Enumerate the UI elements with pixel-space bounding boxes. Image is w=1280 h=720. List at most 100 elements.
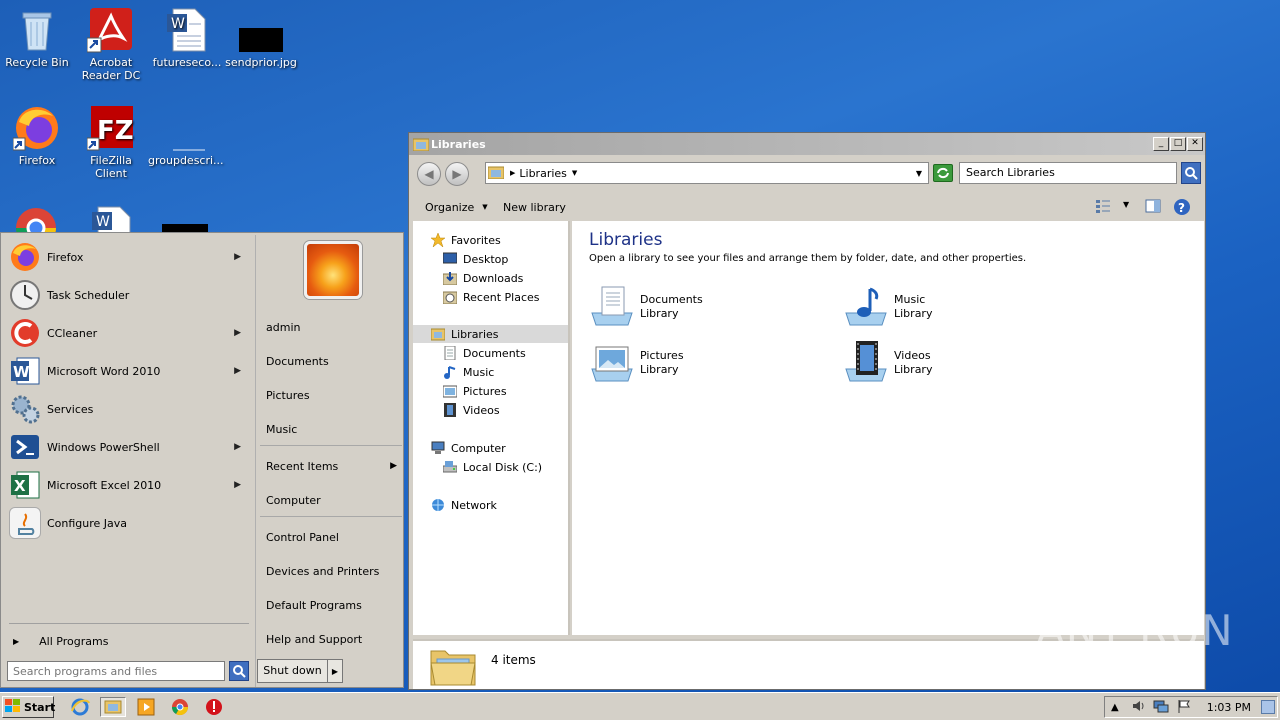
- address-history-dropdown-icon[interactable]: ▼: [916, 169, 922, 178]
- desktop-icon-blank-file[interactable]: groupdescri...: [148, 104, 224, 167]
- show-hidden-icons[interactable]: ▲: [1111, 702, 1119, 713]
- nav-computer[interactable]: Computer: [431, 439, 506, 457]
- maximize-button[interactable]: □: [1170, 137, 1186, 151]
- desktop-icon-firefox[interactable]: Firefox: [0, 104, 74, 167]
- svg-text:?: ?: [1178, 201, 1185, 215]
- start-menu-right-pane: admin Documents Pictures Music Recent It…: [255, 235, 403, 687]
- start-program-excel[interactable]: X Microsoft Excel 2010 ▶: [9, 467, 249, 503]
- start-right-control-panel[interactable]: Control Panel: [266, 525, 401, 549]
- start-program-word[interactable]: W Microsoft Word 2010 ▶: [9, 353, 249, 389]
- desktop-icon-filezilla[interactable]: FZ FileZilla Client: [74, 104, 148, 180]
- address-bar[interactable]: ▶ Libraries ▼ ▼: [485, 162, 929, 184]
- internet-explorer-icon[interactable]: [70, 697, 90, 717]
- clock[interactable]: 1:03 PM: [1207, 701, 1251, 714]
- blank-file-icon: [161, 104, 209, 152]
- downloads-icon: [442, 271, 458, 286]
- start-button[interactable]: Start: [2, 696, 55, 718]
- word-doc-icon[interactable]: W: [88, 204, 136, 232]
- start-right-documents[interactable]: Documents: [266, 349, 401, 373]
- start-right-music[interactable]: Music: [266, 417, 401, 441]
- start-program-firefox[interactable]: Firefox ▶: [9, 239, 249, 275]
- arrow-right-icon: ▶: [13, 636, 20, 646]
- breadcrumb-arrow-icon[interactable]: ▶: [510, 169, 515, 177]
- new-library-button[interactable]: New library: [503, 201, 566, 214]
- start-right-help-support[interactable]: Help and Support: [266, 627, 401, 651]
- help-icon[interactable]: ?: [1173, 198, 1191, 219]
- nav-videos[interactable]: Videos: [443, 401, 500, 419]
- desktop-icon-acrobat[interactable]: Acrobat Reader DC: [74, 6, 148, 82]
- nav-network[interactable]: Network: [431, 496, 497, 514]
- close-button[interactable]: ✕: [1187, 137, 1203, 151]
- desktop-icon-image[interactable]: sendprior.jpg: [224, 6, 298, 69]
- nav-local-disk[interactable]: Local Disk (C:): [442, 458, 542, 476]
- pictures-icon: [442, 384, 458, 398]
- start-right-default-programs[interactable]: Default Programs: [266, 593, 401, 617]
- desktop-icon-word-doc[interactable]: W futureseco...: [150, 6, 224, 69]
- start-program-powershell[interactable]: Windows PowerShell ▶: [9, 429, 249, 465]
- nav-downloads[interactable]: Downloads: [442, 269, 523, 287]
- library-music[interactable]: Music Library: [842, 283, 1062, 331]
- show-desktop-button[interactable]: [1261, 700, 1275, 714]
- start-right-divider: [260, 516, 402, 517]
- library-documents[interactable]: Documents Library: [588, 283, 808, 331]
- start-right-admin[interactable]: admin: [266, 315, 401, 339]
- content-heading: Libraries: [589, 230, 663, 250]
- documents-library-icon: [588, 285, 636, 329]
- taskbar: Start ▲ 1:03 PM: [0, 692, 1280, 720]
- start-search-input[interactable]: [7, 661, 225, 681]
- breadcrumb-libraries[interactable]: Libraries: [519, 167, 567, 180]
- ccleaner-icon: [9, 317, 41, 349]
- explorer-taskbar-icon[interactable]: [100, 697, 126, 717]
- volume-icon[interactable]: [1131, 699, 1145, 716]
- start-right-pictures[interactable]: Pictures: [266, 383, 401, 407]
- search-libraries-input[interactable]: Search Libraries: [959, 162, 1177, 184]
- back-button[interactable]: ◀: [417, 162, 441, 186]
- start-right-recent-items[interactable]: Recent Items ▶: [266, 454, 401, 478]
- start-program-services[interactable]: Services: [9, 391, 249, 427]
- organize-button[interactable]: Organize ▼: [425, 201, 488, 214]
- nav-libraries[interactable]: Libraries: [430, 325, 499, 343]
- svg-text:FZ: FZ: [97, 116, 134, 146]
- nav-documents[interactable]: Documents: [443, 344, 526, 362]
- image-file-icon[interactable]: [162, 224, 208, 232]
- library-videos[interactable]: Videos Library: [842, 339, 1062, 387]
- chrome-icon[interactable]: [170, 697, 190, 717]
- all-programs-button[interactable]: ▶ All Programs: [9, 631, 249, 651]
- computer-icon: [431, 441, 445, 455]
- nav-favorites[interactable]: Favorites: [430, 231, 501, 249]
- search-icon[interactable]: [1181, 162, 1201, 184]
- stop-icon[interactable]: [204, 697, 224, 717]
- refresh-button[interactable]: [933, 164, 953, 182]
- shutdown-options-arrow-icon[interactable]: ▶: [328, 667, 342, 676]
- shutdown-button[interactable]: Shut down ▶: [257, 659, 343, 683]
- minimize-button[interactable]: _: [1153, 137, 1169, 151]
- desktop-icon-recycle-bin[interactable]: Recycle Bin: [0, 6, 74, 69]
- nav-pictures[interactable]: Pictures: [442, 382, 507, 400]
- view-options-icon[interactable]: [1095, 199, 1111, 216]
- nav-desktop[interactable]: Desktop: [442, 250, 508, 268]
- network-tray-icon[interactable]: [1153, 699, 1169, 716]
- start-program-task-scheduler[interactable]: Task Scheduler: [9, 277, 249, 313]
- nav-recent-places[interactable]: Recent Places: [442, 288, 540, 306]
- search-icon[interactable]: [229, 661, 249, 681]
- breadcrumb-dropdown-icon[interactable]: ▼: [572, 169, 577, 177]
- svg-text:W: W: [13, 363, 30, 381]
- library-pictures[interactable]: Pictures Library: [588, 339, 808, 387]
- image-file-icon: [237, 6, 285, 54]
- nav-music[interactable]: Music: [443, 363, 494, 381]
- start-right-devices-printers[interactable]: Devices and Printers: [266, 559, 401, 583]
- anyrun-watermark: ANY RUN: [1036, 606, 1234, 655]
- gears-icon: [9, 393, 41, 425]
- start-program-ccleaner[interactable]: CCleaner ▶: [9, 315, 249, 351]
- start-right-computer[interactable]: Computer: [266, 488, 401, 512]
- forward-button[interactable]: ▶: [445, 162, 469, 186]
- window-titlebar[interactable]: Libraries _ □ ✕: [409, 133, 1205, 155]
- start-program-configure-java[interactable]: Configure Java: [9, 505, 249, 541]
- media-player-icon[interactable]: [136, 697, 156, 717]
- action-center-flag-icon[interactable]: [1177, 699, 1191, 716]
- preview-pane-icon[interactable]: [1145, 199, 1161, 216]
- view-dropdown-icon[interactable]: ▼: [1123, 200, 1129, 209]
- svg-text:X: X: [14, 477, 26, 495]
- chrome-icon[interactable]: [12, 204, 60, 232]
- user-avatar[interactable]: [304, 241, 362, 299]
